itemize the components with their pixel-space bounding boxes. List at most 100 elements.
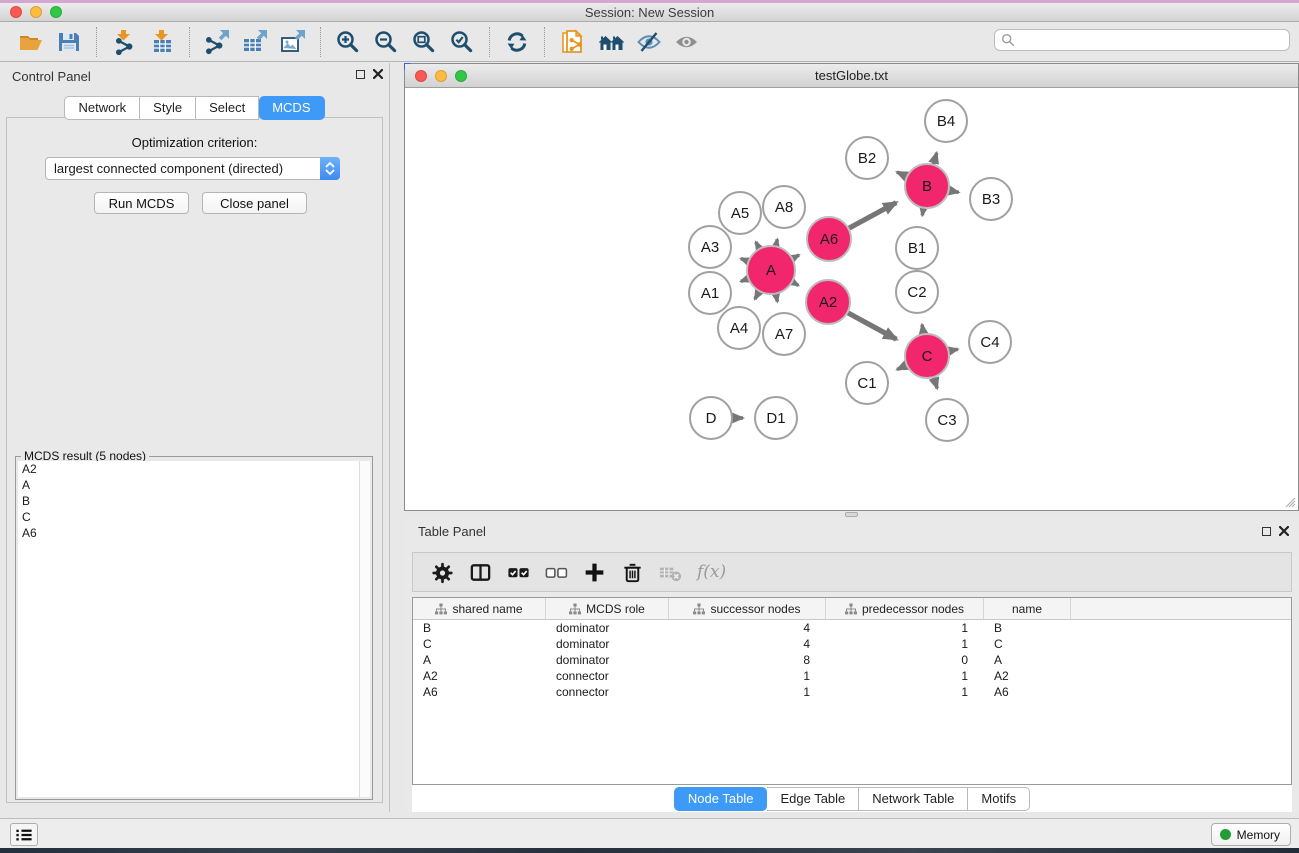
save-button[interactable] — [52, 26, 86, 58]
split-divider-handle[interactable] — [845, 512, 858, 517]
tab-edge-table[interactable]: Edge Table — [767, 787, 859, 811]
table-cell[interactable]: dominator — [546, 637, 669, 651]
table-row[interactable]: Cdominator41C — [413, 636, 1291, 652]
network-window-titlebar[interactable]: testGlobe.txt — [405, 64, 1298, 88]
table-cell[interactable]: connector — [546, 669, 669, 683]
mcds-result-list[interactable]: A2ABCA6 — [18, 461, 370, 797]
memory-button[interactable]: Memory — [1211, 823, 1291, 846]
table-cell[interactable]: C — [413, 637, 546, 651]
refresh-button[interactable] — [500, 26, 534, 58]
column-header-predecessor-nodes[interactable]: predecessor nodes — [826, 598, 984, 619]
export-network-button[interactable] — [200, 26, 234, 58]
zoom-out-button[interactable] — [369, 26, 403, 58]
mcds-result-item[interactable]: A6 — [18, 525, 370, 541]
table-cell[interactable]: A — [413, 653, 546, 667]
import-network-button[interactable] — [107, 26, 141, 58]
mcds-list-scrollbar[interactable] — [359, 461, 370, 797]
table-row[interactable]: Bdominator41B — [413, 620, 1291, 636]
graph-node-C4[interactable]: C4 — [969, 321, 1011, 363]
table-cell[interactable]: 4 — [669, 621, 826, 635]
graph-node-B[interactable]: B — [905, 164, 949, 208]
graph-node-C1[interactable]: C1 — [846, 362, 888, 404]
table-row[interactable]: Adominator80A — [413, 652, 1291, 668]
table-row[interactable]: A6connector11A6 — [413, 684, 1291, 700]
open-folder-button[interactable] — [14, 26, 48, 58]
graph-node-A4[interactable]: A4 — [718, 307, 760, 349]
mcds-result-item[interactable]: A — [18, 477, 370, 493]
table-cell[interactable]: A2 — [984, 669, 1071, 683]
table-cell[interactable]: connector — [546, 685, 669, 699]
table-cell[interactable]: A6 — [984, 685, 1071, 699]
table-cell[interactable]: C — [984, 637, 1071, 651]
tab-motifs[interactable]: Motifs — [968, 787, 1030, 811]
hide-eye-button[interactable] — [631, 26, 665, 58]
task-history-button[interactable] — [10, 823, 38, 846]
table-cell[interactable]: 1 — [826, 685, 984, 699]
table-row[interactable]: A2connector11A2 — [413, 668, 1291, 684]
mcds-result-item[interactable]: A2 — [18, 461, 370, 477]
tab-network-table[interactable]: Network Table — [859, 787, 968, 811]
network-canvas[interactable]: A A6 A2 B C A1 A3 A4 A5 A7 A8 B1 B2 B3 B… — [405, 89, 1298, 510]
table-cell[interactable]: 8 — [669, 653, 826, 667]
graph-node-C2[interactable]: C2 — [896, 271, 938, 313]
graph-node-B4[interactable]: B4 — [925, 100, 967, 142]
column-header-shared-name[interactable]: shared name — [413, 598, 546, 619]
table-cell[interactable]: B — [984, 621, 1071, 635]
graph-node-A7[interactable]: A7 — [763, 313, 805, 355]
close-panel-icon[interactable] — [373, 69, 383, 79]
home-button[interactable] — [593, 26, 627, 58]
table-cell[interactable]: 1 — [826, 637, 984, 651]
tab-mcds[interactable]: MCDS — [259, 96, 324, 120]
table-cell[interactable]: A6 — [413, 685, 546, 699]
column-header-successor-nodes[interactable]: successor nodes — [669, 598, 826, 619]
export-table-button[interactable] — [238, 26, 272, 58]
graph-node-A8[interactable]: A8 — [763, 186, 805, 228]
column-header-name[interactable]: name — [984, 598, 1071, 619]
zoom-in-button[interactable] — [331, 26, 365, 58]
graph-node-C3[interactable]: C3 — [926, 399, 968, 441]
select-all-button[interactable] — [500, 555, 536, 589]
criterion-dropdown[interactable]: largest connected component (directed) — [45, 157, 340, 180]
zoom-fit-button[interactable] — [407, 26, 441, 58]
columns-button[interactable] — [462, 555, 498, 589]
export-image-button[interactable] — [276, 26, 310, 58]
graph-node-A1[interactable]: A1 — [689, 272, 731, 314]
graph-node-A6[interactable]: A6 — [807, 217, 851, 261]
graph-node-D1[interactable]: D1 — [755, 397, 797, 439]
resize-grip-icon[interactable] — [1284, 496, 1296, 508]
graph-node-A3[interactable]: A3 — [689, 226, 731, 268]
node-table[interactable]: shared name MCDS role successor nodes pr… — [412, 597, 1292, 785]
graph-node-C[interactable]: C — [905, 334, 949, 378]
table-cell[interactable]: 1 — [669, 685, 826, 699]
tab-network[interactable]: Network — [64, 96, 140, 120]
graph-node-A[interactable]: A — [747, 246, 795, 294]
table-cell[interactable]: A2 — [413, 669, 546, 683]
graph-node-B1[interactable]: B1 — [896, 227, 938, 269]
mcds-result-item[interactable]: B — [18, 493, 370, 509]
zoom-selected-button[interactable] — [445, 26, 479, 58]
close-panel-button[interactable]: Close panel — [202, 192, 307, 214]
import-table-button[interactable] — [145, 26, 179, 58]
table-cell[interactable]: dominator — [546, 621, 669, 635]
column-header-MCDS-role[interactable]: MCDS role — [546, 598, 669, 619]
run-mcds-button[interactable]: Run MCDS — [94, 192, 189, 214]
network-graph[interactable]: A A6 A2 B C A1 A3 A4 A5 A7 A8 B1 B2 B3 B… — [405, 89, 1298, 510]
table-float-panel-icon[interactable] — [1262, 527, 1271, 536]
show-eye-button[interactable] — [669, 26, 703, 58]
float-panel-icon[interactable] — [356, 70, 365, 79]
graph-node-A5[interactable]: A5 — [719, 192, 761, 234]
add-button[interactable] — [576, 555, 612, 589]
table-cell[interactable]: 0 — [826, 653, 984, 667]
graph-node-D[interactable]: D — [690, 397, 732, 439]
tab-node-table[interactable]: Node Table — [674, 787, 768, 811]
table-cell[interactable]: 4 — [669, 637, 826, 651]
table-cell[interactable]: B — [413, 621, 546, 635]
mcds-result-item[interactable]: C — [18, 509, 370, 525]
graph-node-B3[interactable]: B3 — [970, 178, 1012, 220]
network-file-button[interactable] — [555, 26, 589, 58]
table-cell[interactable]: 1 — [669, 669, 826, 683]
deselect-all-button[interactable] — [538, 555, 574, 589]
table-cell[interactable]: 1 — [826, 621, 984, 635]
table-cell[interactable]: dominator — [546, 653, 669, 667]
table-cell[interactable]: A — [984, 653, 1071, 667]
